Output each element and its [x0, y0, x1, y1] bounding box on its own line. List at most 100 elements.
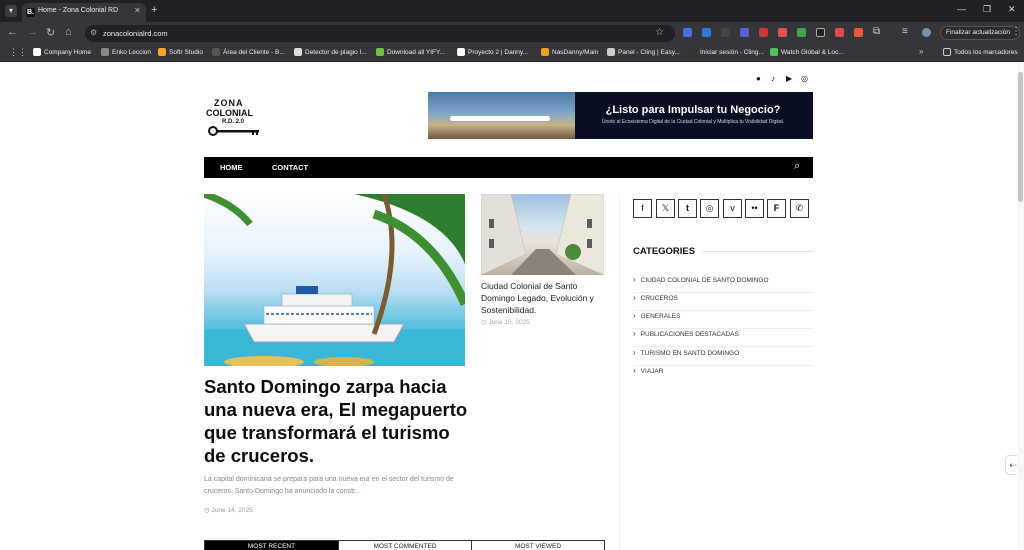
bookmark-item[interactable]: Iniciar sesión - Cling...: [689, 48, 764, 56]
address-bar[interactable]: ⚙ zonacolonialrd.com ☆: [85, 25, 675, 42]
hero-image[interactable]: [204, 194, 465, 366]
browser-tab[interactable]: B. Home - Zona Colonial RD ✕: [22, 3, 146, 22]
heading-rule: [702, 251, 813, 252]
category-item[interactable]: › CRUCEROS: [633, 293, 813, 311]
bookmark-item[interactable]: Enko Leccion: [101, 48, 151, 56]
category-item[interactable]: › TURISMO EN SANTO DOMINGO: [633, 348, 813, 366]
reading-list-icon[interactable]: ≡: [902, 26, 908, 37]
tumblr-icon[interactable]: t: [678, 199, 697, 218]
restore-icon[interactable]: ❐: [983, 4, 991, 15]
side-article-title[interactable]: Ciudad Colonial de Santo Domingo Legado,…: [481, 280, 609, 316]
tiktok-icon[interactable]: ♪: [771, 74, 775, 83]
home-icon[interactable]: ⌂: [65, 26, 72, 38]
chevron-right-icon: ›: [633, 275, 636, 284]
extension-icon[interactable]: [854, 28, 863, 37]
category-label: VIAJAR: [640, 368, 664, 375]
bookmark-favicon-icon: [294, 48, 302, 56]
apps-grid-icon[interactable]: ⋮⋮: [9, 47, 27, 58]
category-label: TURISMO EN SANTO DOMINGO: [640, 350, 740, 357]
category-label: CIUDAD COLONIAL DE SANTO DOMINGO: [640, 277, 769, 284]
bookmark-label: Detector de plagio I...: [305, 48, 367, 56]
hero-article-title[interactable]: Santo Domingo zarpa hacia una nueva era,…: [204, 375, 474, 467]
extensions-puzzle-icon[interactable]: ⧉: [873, 26, 880, 37]
all-bookmarks-folder[interactable]: Todos los marcadores: [943, 48, 1018, 56]
banner-photo: [428, 92, 575, 139]
whatsapp-icon[interactable]: ✆: [790, 199, 809, 218]
category-item[interactable]: › GENERALES: [633, 311, 813, 329]
bookmark-item[interactable]: Panel - Cling | Easy...: [607, 48, 680, 56]
extension-icon[interactable]: [759, 28, 768, 37]
tab-most-recent[interactable]: MOST RECENT: [205, 541, 338, 550]
extension-icon[interactable]: [740, 28, 749, 37]
bookmark-label: Proyecto 2 | Danny...: [468, 48, 529, 56]
bookmark-favicon-icon: [33, 48, 41, 56]
side-article-image[interactable]: [481, 194, 604, 275]
all-bookmarks-label: Todos los marcadores: [954, 48, 1018, 56]
category-item[interactable]: › PUBLICACIONES DESTACADAS: [633, 329, 813, 347]
extension-icon[interactable]: [816, 28, 825, 37]
extension-icon[interactable]: [797, 28, 806, 37]
bookmark-label: Iniciar sesión - Cling...: [700, 48, 764, 56]
flickr-icon[interactable]: ••: [745, 199, 764, 218]
categories-heading: CATEGORIES: [633, 246, 696, 257]
bookmark-favicon-icon: [770, 48, 778, 56]
search-icon[interactable]: ⌕: [794, 160, 800, 173]
bookmark-favicon-icon: [158, 48, 166, 56]
bookmark-star-icon[interactable]: ☆: [655, 27, 664, 38]
category-item[interactable]: › VIAJAR: [633, 366, 813, 384]
tab-most-commented[interactable]: MOST COMMENTED: [338, 541, 471, 550]
x-icon[interactable]: 𝕏: [656, 199, 675, 218]
extension-icon[interactable]: [835, 28, 844, 37]
extension-icon[interactable]: [721, 28, 730, 37]
extension-icon[interactable]: [702, 28, 711, 37]
chevron-right-icon: ›: [633, 366, 636, 375]
forward-icon[interactable]: →: [27, 26, 38, 38]
category-item[interactable]: › CIUDAD COLONIAL DE SANTO DOMINGO: [633, 275, 813, 293]
bookmarks-bar: ⋮⋮ » Todos los marcadores Company Home En…: [0, 44, 1024, 62]
chevron-right-icon: ›: [633, 329, 636, 338]
menu-kebab-icon[interactable]: ⋮: [1011, 26, 1021, 37]
update-button[interactable]: Finalizar actualización: [940, 26, 1020, 40]
nav-home[interactable]: HOME: [220, 163, 243, 172]
facebook-icon[interactable]: ●: [756, 74, 761, 83]
new-tab-icon[interactable]: +: [151, 4, 157, 16]
page-scrollbar[interactable]: [1017, 62, 1024, 550]
bookmark-item[interactable]: Softr Studio: [158, 48, 203, 56]
bookmark-item[interactable]: Proyecto 2 | Danny...: [457, 48, 528, 56]
extension-icon[interactable]: [778, 28, 787, 37]
minimize-icon[interactable]: —: [957, 4, 966, 14]
bookmark-item[interactable]: Company Home: [33, 48, 91, 56]
scroll-thumb[interactable]: [1018, 72, 1023, 202]
instagram-icon[interactable]: ◎: [700, 199, 719, 218]
logo-line-2: COLONIAL: [206, 108, 253, 118]
tab-search-chevron-icon[interactable]: ▾: [5, 5, 17, 17]
site-logo[interactable]: ZONA COLONIAL R.D. 2.0: [206, 98, 268, 138]
ad-banner[interactable]: ¿Listo para Impulsar tu Negocio? Únete a…: [428, 92, 813, 139]
bookmark-item[interactable]: Download all YIFY...: [376, 48, 445, 56]
window-close-icon[interactable]: ✕: [1008, 4, 1016, 15]
vimeo-icon[interactable]: v: [723, 199, 742, 218]
profile-avatar-icon[interactable]: [922, 28, 931, 37]
side-article-date: ◷ June 15, 2025: [481, 318, 530, 326]
back-icon[interactable]: ←: [7, 26, 18, 38]
tab-most-viewed[interactable]: MOST VIEWED: [471, 541, 604, 550]
bookmarks-overflow-icon[interactable]: »: [919, 47, 923, 56]
nav-contact[interactable]: CONTACT: [272, 163, 308, 172]
tab-close-icon[interactable]: ✕: [134, 6, 141, 15]
facebook-icon[interactable]: f: [633, 199, 652, 218]
bookmark-item[interactable]: Detector de plagio I...: [294, 48, 367, 56]
site-info-icon[interactable]: ⚙: [90, 28, 97, 37]
tab-title: Home - Zona Colonial RD: [38, 7, 119, 14]
youtube-icon[interactable]: ▶: [786, 74, 792, 83]
foursquare-icon[interactable]: F: [767, 199, 786, 218]
post-tabs: MOST RECENT MOST COMMENTED MOST VIEWED: [204, 540, 605, 550]
instagram-icon[interactable]: ◎: [801, 74, 808, 83]
bookmark-item[interactable]: Watch Global & Loc...: [770, 48, 844, 56]
extension-icon[interactable]: [683, 28, 692, 37]
clock-icon: ◷: [204, 507, 210, 514]
web-page: ● ♪ ▶ ◎ ZONA COLONIAL R.D. 2.0 ¿Listo pa…: [0, 62, 1024, 550]
reload-icon[interactable]: ↻: [46, 26, 55, 39]
bookmark-item[interactable]: NasDanny/Main: [541, 48, 598, 56]
bookmark-item[interactable]: Área del Cliente - B...: [212, 48, 285, 56]
tab-favicon: B.: [26, 8, 35, 17]
